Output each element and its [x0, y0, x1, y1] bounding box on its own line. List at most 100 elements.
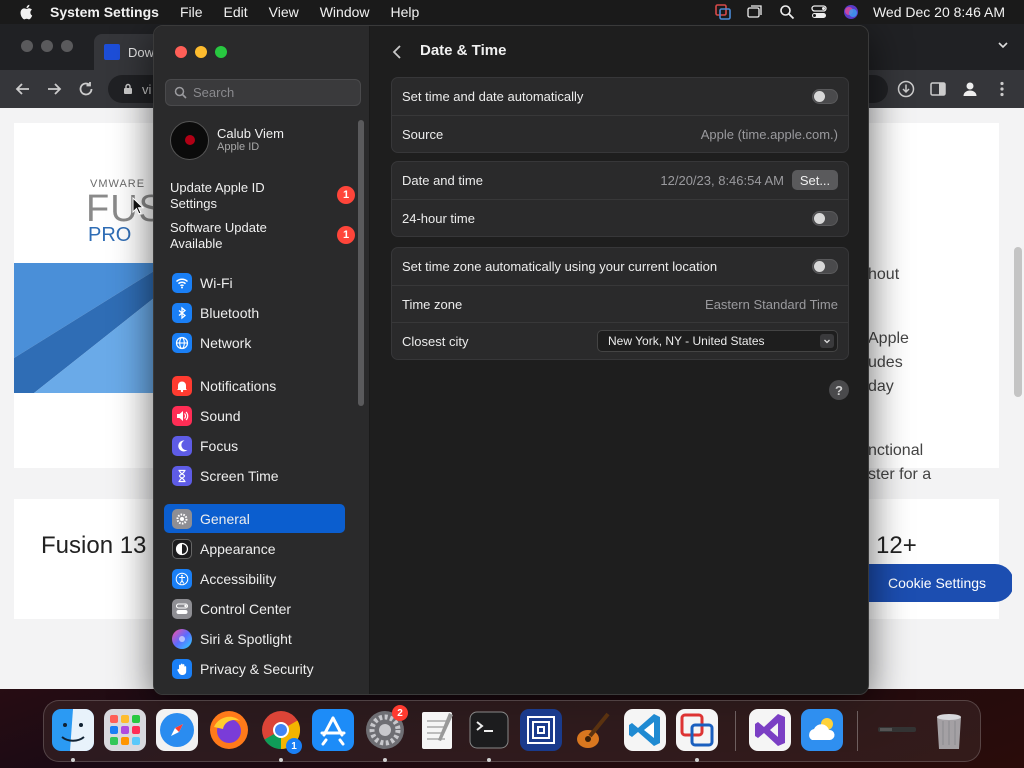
- hour24-row: 24-hour time: [392, 199, 848, 236]
- notice-line2: Settings: [170, 196, 217, 211]
- browser-zoom-button[interactable]: [61, 40, 73, 52]
- menu-app-name[interactable]: System Settings: [50, 4, 159, 20]
- firefox-icon: [210, 711, 248, 749]
- menu-clock[interactable]: Wed Dec 20 8:46 AM: [873, 4, 1005, 20]
- auto-timezone-label: Set time zone automatically using your c…: [402, 259, 718, 274]
- dock-chrome[interactable]: 1: [260, 709, 302, 754]
- dock-parallels[interactable]: [676, 709, 718, 751]
- dock-finder[interactable]: [52, 709, 94, 751]
- profile-icon[interactable]: [961, 80, 979, 98]
- menu-edit[interactable]: Edit: [224, 4, 248, 20]
- sidebar-item-siri-spotlight[interactable]: Siri & Spotlight: [164, 624, 345, 653]
- sidebar-item-network[interactable]: Network: [164, 328, 345, 357]
- help-button[interactable]: ?: [829, 380, 849, 400]
- dock-system-settings[interactable]: 2: [364, 705, 408, 751]
- time-zone-group: Set time zone automatically using your c…: [391, 247, 849, 360]
- closest-city-select[interactable]: New York, NY - United States: [597, 330, 838, 352]
- menu-file[interactable]: File: [180, 4, 203, 20]
- sidebar-item-appearance[interactable]: Appearance: [164, 534, 345, 563]
- dock-visual-studio[interactable]: [749, 709, 791, 751]
- profile-name: Calub Viem: [217, 126, 284, 141]
- auto-timezone-toggle[interactable]: [812, 259, 838, 274]
- set-time-auto-toggle[interactable]: [812, 89, 838, 104]
- software-update-notice[interactable]: Software Update Available 1: [170, 220, 355, 252]
- hero-text-line-5: nctional: [868, 442, 924, 459]
- running-indicator: [487, 758, 491, 762]
- dock-separator: [857, 711, 858, 751]
- downloads-stack-icon: [878, 727, 916, 732]
- dock-app-store[interactable]: [312, 709, 354, 751]
- dock-weather[interactable]: [801, 709, 843, 751]
- profile-subtitle: Apple ID: [217, 141, 260, 153]
- close-button[interactable]: [175, 46, 187, 58]
- notice-line2: Available: [170, 236, 223, 251]
- browser-reload-icon[interactable]: [77, 80, 95, 98]
- dock-safari[interactable]: [156, 709, 198, 751]
- sidebar-item-sound[interactable]: Sound: [164, 401, 345, 430]
- browser-menu-icon[interactable]: [993, 80, 1011, 98]
- menu-view[interactable]: View: [269, 4, 299, 20]
- sidebar-item-focus[interactable]: Focus: [164, 431, 345, 460]
- sidebar-item-label: Screen Time: [200, 467, 279, 484]
- tab-search-chevron-icon[interactable]: [996, 38, 1010, 52]
- menu-window[interactable]: Window: [320, 4, 370, 20]
- dock-downloads-stack[interactable]: [876, 709, 918, 751]
- sidebar-item-screen-time[interactable]: Screen Time: [164, 461, 345, 490]
- fusion-graphic: [14, 263, 154, 393]
- wifi-icon: [172, 272, 192, 293]
- page-scrollbar-thumb[interactable]: [1014, 247, 1022, 397]
- siri-icon: [172, 628, 192, 649]
- screen-mirroring-icon[interactable]: [747, 4, 763, 20]
- zoom-button[interactable]: [215, 46, 227, 58]
- browser-forward-icon[interactable]: [45, 80, 63, 98]
- sidebar-item-wifi[interactable]: Wi-Fi: [164, 268, 345, 297]
- siri-icon[interactable]: [843, 4, 859, 20]
- browser-back-icon[interactable]: [14, 80, 32, 98]
- vmware-fusion-icon: [520, 709, 562, 751]
- sidebar-item-accessibility[interactable]: Accessibility: [164, 564, 345, 593]
- update-apple-id-notice[interactable]: Update Apple ID Settings 1: [170, 180, 355, 212]
- dock-trash[interactable]: [928, 709, 970, 751]
- dock-firefox[interactable]: [208, 709, 250, 751]
- dock: 1 2: [43, 700, 981, 762]
- dock-textedit[interactable]: [416, 709, 458, 751]
- apple-id-profile[interactable]: Calub Viem Apple ID: [170, 119, 350, 161]
- dock-launchpad[interactable]: [104, 709, 146, 751]
- search-input[interactable]: [193, 85, 353, 100]
- set-date-time-button[interactable]: Set...: [792, 170, 838, 190]
- settings-search[interactable]: [165, 79, 361, 106]
- menu-help[interactable]: Help: [391, 4, 420, 20]
- dock-garageband[interactable]: [572, 709, 614, 751]
- sidebar-item-general[interactable]: General: [164, 504, 345, 533]
- sidebar-item-label: Appearance: [200, 540, 276, 557]
- dock-terminal[interactable]: [468, 709, 510, 751]
- browser-minimize-button[interactable]: [41, 40, 53, 52]
- timezone-label: Time zone: [402, 296, 463, 312]
- gear-icon: [172, 508, 192, 529]
- spotlight-search-icon[interactable]: [779, 4, 795, 20]
- minimize-button[interactable]: [195, 46, 207, 58]
- terminal-icon: [469, 711, 509, 749]
- downloads-icon[interactable]: [897, 80, 915, 98]
- hour24-toggle[interactable]: [812, 211, 838, 226]
- timezone-value: Eastern Standard Time: [705, 296, 838, 312]
- vmware-favicon-icon: [104, 44, 120, 60]
- lock-icon: [124, 83, 132, 94]
- control-center-icon[interactable]: [811, 4, 827, 20]
- sidebar-item-control-center[interactable]: Control Center: [164, 594, 345, 623]
- sidebar-item-bluetooth[interactable]: Bluetooth: [164, 298, 345, 327]
- dock-vmware-fusion[interactable]: [520, 709, 562, 751]
- running-indicator: [695, 758, 699, 762]
- parallels-menu-icon[interactable]: [715, 4, 731, 20]
- back-chevron-icon[interactable]: [390, 44, 404, 60]
- browser-close-button[interactable]: [21, 40, 33, 52]
- apple-menu-icon[interactable]: [18, 3, 36, 21]
- dock-vscode[interactable]: [624, 709, 666, 751]
- sidebar-item-privacy-security[interactable]: Privacy & Security: [164, 654, 345, 683]
- sidebar-scrollbar[interactable]: [358, 120, 364, 406]
- page-scrollbar[interactable]: [1012, 108, 1024, 689]
- sidebar-item-notifications[interactable]: Notifications: [164, 371, 345, 400]
- sidebar-item-label: Accessibility: [200, 570, 277, 587]
- side-panel-icon[interactable]: [929, 80, 947, 98]
- avatar: [170, 120, 209, 160]
